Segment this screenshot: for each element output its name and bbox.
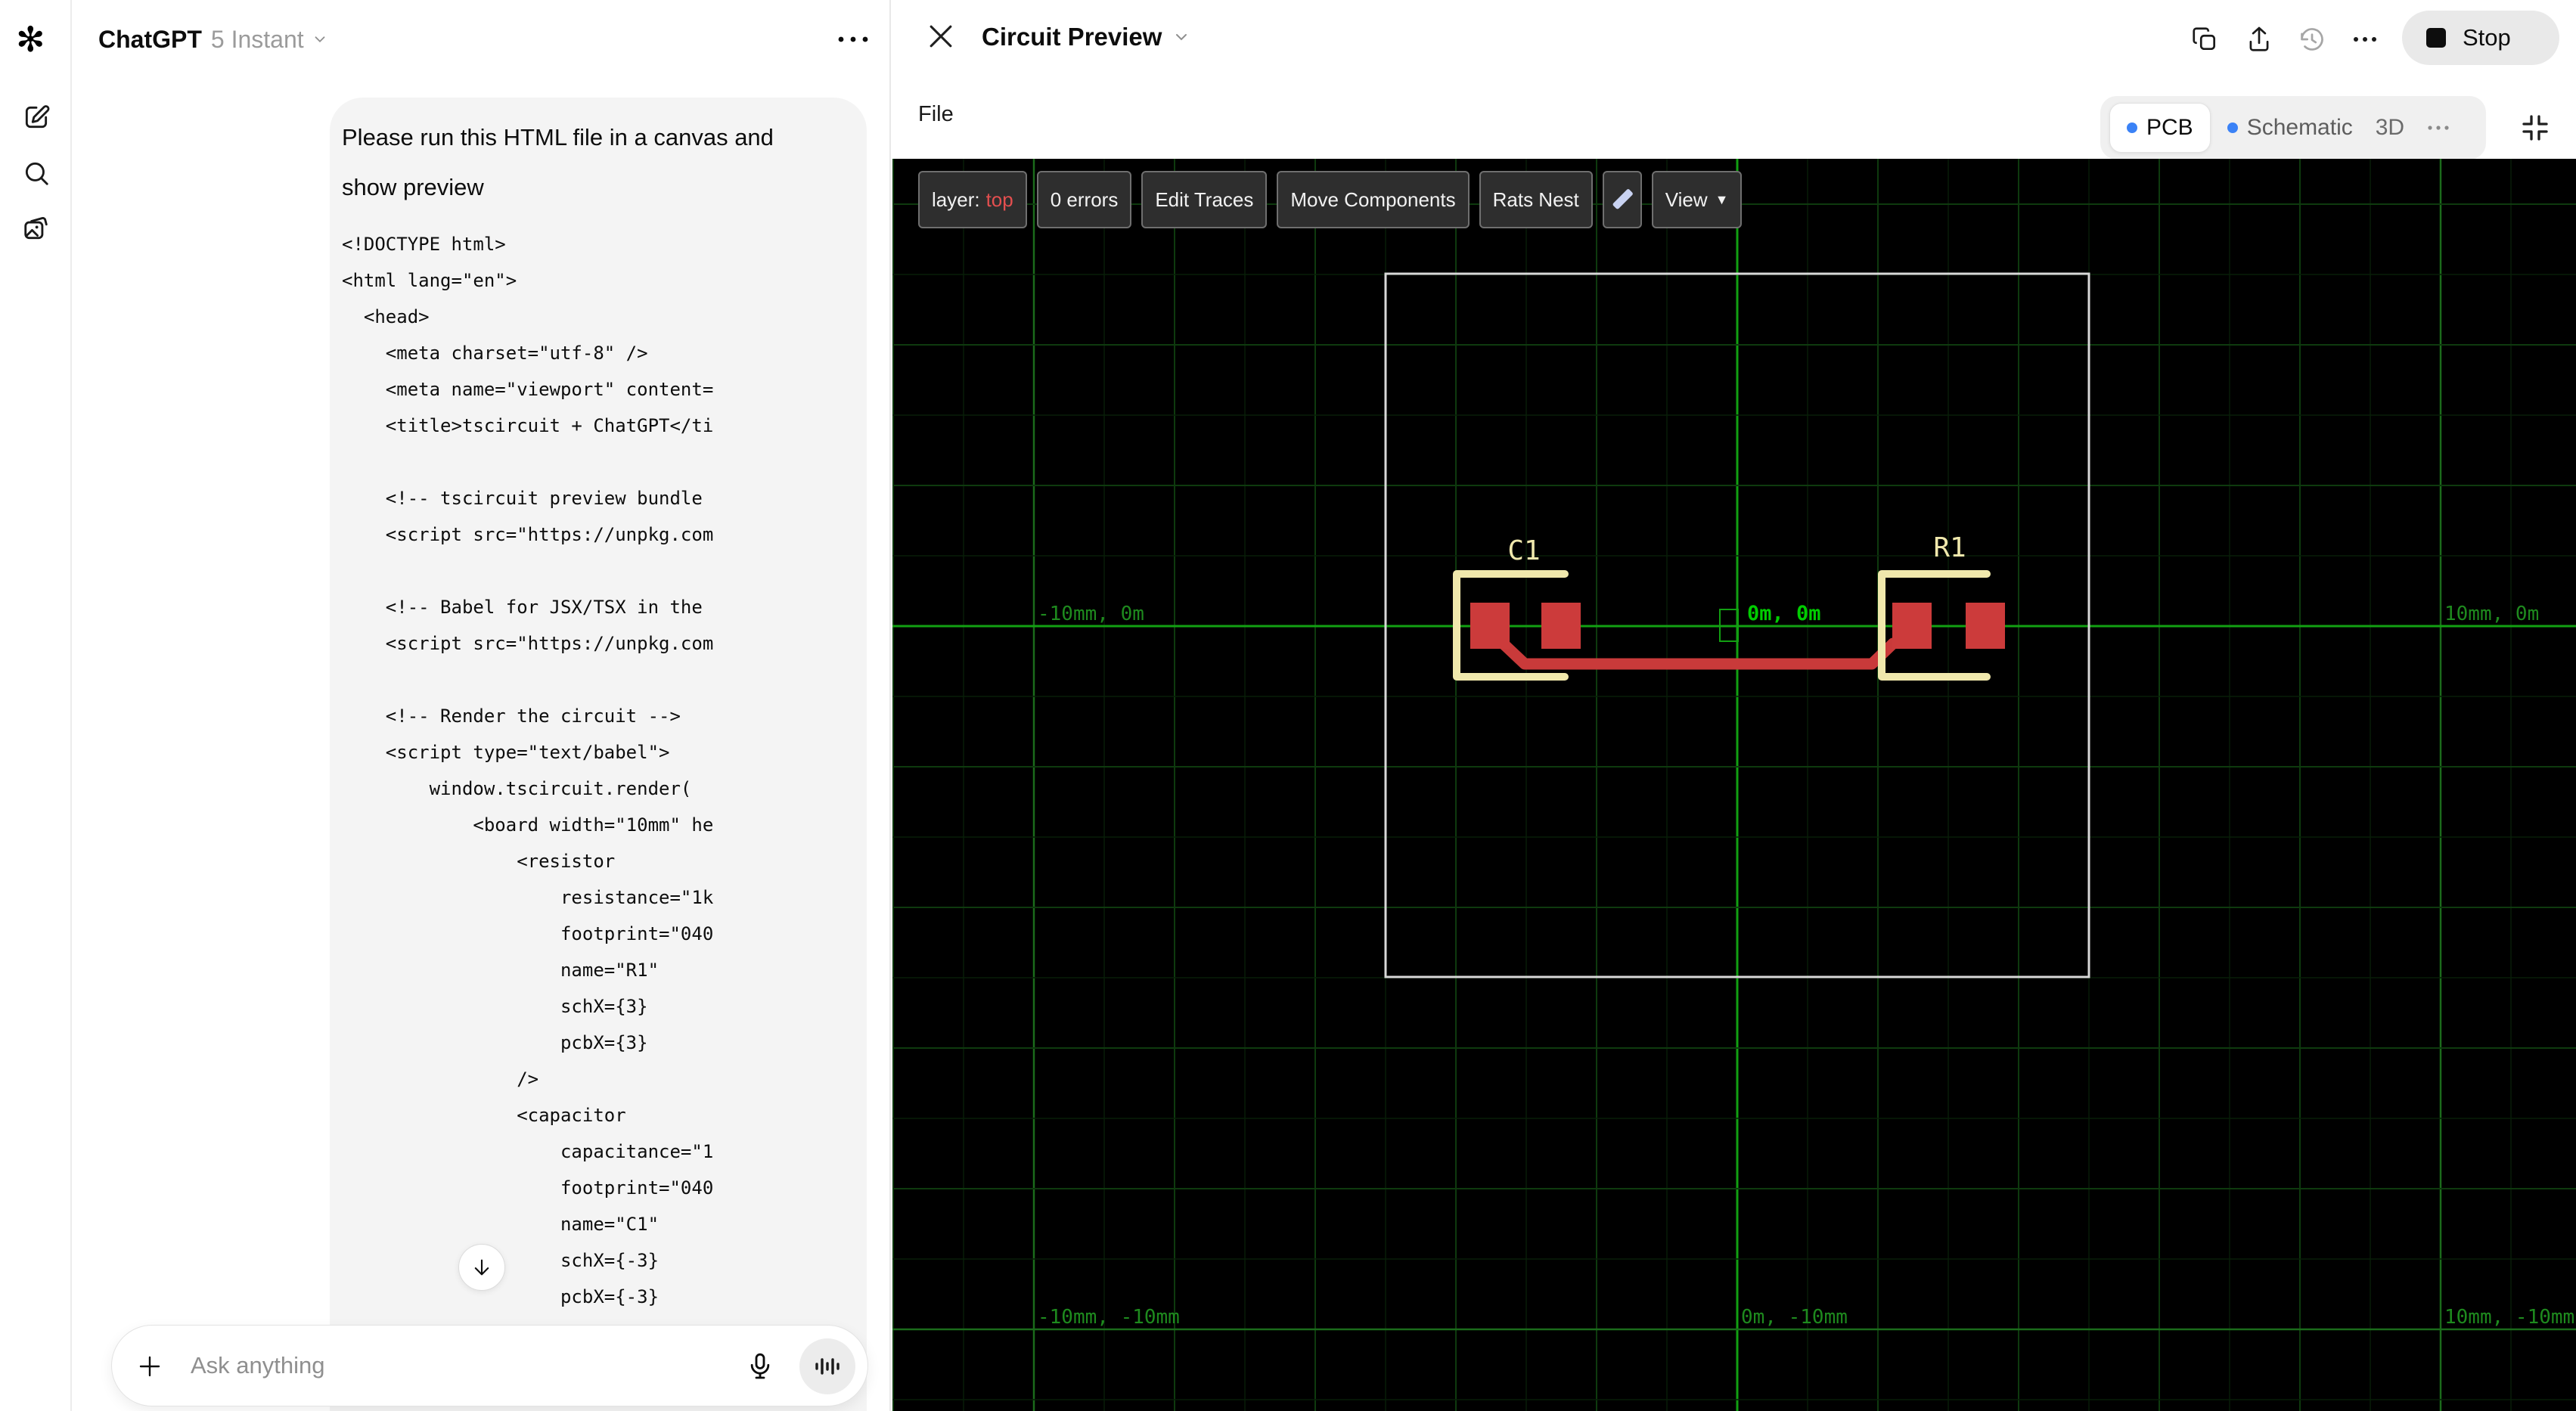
code-block: <!DOCTYPE html> <html lang="en"> <head> … (342, 234, 714, 1344)
blue-dot-icon (2227, 122, 2238, 133)
canvas-panel: Circuit Preview Stop File PCB Schematic … (889, 0, 2576, 1411)
chat-input[interactable] (191, 1326, 614, 1406)
voice-mode-button[interactable] (799, 1338, 855, 1394)
pcb-toolbar: layer: top 0 errors Edit Traces Move Com… (918, 171, 1743, 228)
share-icon[interactable] (2245, 25, 2273, 54)
waveform-icon (815, 1358, 840, 1375)
more-icon[interactable] (2351, 25, 2379, 54)
smd-pad (1966, 603, 2005, 649)
chevron-down-icon (1172, 28, 1190, 46)
tabs-more-icon[interactable] (2425, 115, 2451, 141)
model-name[interactable]: 5 Instant (211, 26, 304, 54)
search-icon[interactable] (22, 159, 51, 188)
stop-button[interactable]: Stop (2402, 11, 2559, 65)
axis-coordinate-label: 10mm, 0m (2444, 603, 2539, 625)
stop-square-icon (2426, 28, 2446, 48)
conversation-more-icon[interactable] (835, 29, 871, 50)
caret-down-icon: ▼ (1715, 191, 1729, 207)
sidebar: ✻ (0, 0, 72, 1411)
microphone-icon[interactable] (745, 1351, 775, 1382)
pcb-drawing: C1 R1 0m, 0m -10mm, 0m 10mm, 0m -10mm, -10mm 0… (892, 159, 2576, 1411)
axis-coordinate-label: -10mm, -10mm (1038, 1306, 1180, 1329)
tab-3d[interactable]: 3D (2376, 115, 2404, 141)
pencil-button[interactable] (1602, 171, 1642, 228)
view-tabs: PCB Schematic 3D (2100, 96, 2486, 160)
chevron-down-icon[interactable] (312, 31, 328, 48)
pencil-icon (1612, 189, 1633, 209)
smd-pad (1470, 603, 1510, 649)
edit-traces-button[interactable]: Edit Traces (1141, 171, 1268, 228)
smd-pad (1541, 603, 1581, 649)
chatgpt-logo-icon: ✻ (16, 20, 45, 59)
new-chat-icon[interactable] (22, 103, 51, 132)
axis-coordinate-label: -10mm, 0m (1038, 603, 1144, 625)
view-dropdown[interactable]: View ▼ (1651, 171, 1743, 228)
history-icon[interactable] (2298, 25, 2326, 54)
errors-button[interactable]: 0 errors (1036, 171, 1132, 228)
move-components-button[interactable]: Move Components (1277, 171, 1470, 228)
user-message-text: Please run this HTML file in a canvas an… (342, 124, 774, 200)
layer-value: top (985, 188, 1013, 211)
component-label: R1 (1933, 532, 1966, 563)
smd-pad (1892, 603, 1932, 649)
user-message-bubble: Please run this HTML file in a canvas an… (330, 98, 867, 1411)
collapse-icon[interactable] (2520, 113, 2550, 143)
scroll-to-bottom-button[interactable] (458, 1244, 505, 1291)
attach-plus-icon[interactable] (136, 1353, 163, 1380)
rats-nest-button[interactable]: Rats Nest (1479, 171, 1593, 228)
blue-dot-icon (2127, 122, 2137, 133)
origin-label: 0m, 0m (1747, 602, 1821, 625)
pcb-canvas[interactable]: layer: top 0 errors Edit Traces Move Com… (892, 159, 2576, 1411)
tab-schematic[interactable]: Schematic (2227, 115, 2353, 141)
chat-header: ChatGPT 5 Instant (98, 23, 328, 56)
chat-panel: ChatGPT 5 Instant Please run this HTML f… (73, 0, 889, 1411)
axis-coordinate-label: 10mm, -10mm (2444, 1306, 2574, 1329)
tab-pcb[interactable]: PCB (2109, 103, 2211, 153)
library-icon[interactable] (22, 214, 51, 243)
component-label: C1 (1507, 535, 1540, 566)
axis-coordinate-label: 0m, -10mm (1741, 1306, 1848, 1329)
close-icon[interactable] (924, 20, 957, 53)
chat-title: ChatGPT (98, 25, 202, 53)
composer (111, 1325, 868, 1406)
file-menu[interactable]: File (918, 102, 954, 127)
arrow-down-icon (474, 1259, 489, 1276)
layer-button[interactable]: layer: top (918, 171, 1027, 228)
canvas-title[interactable]: Circuit Preview (982, 20, 1190, 54)
copy-icon[interactable] (2190, 25, 2219, 54)
